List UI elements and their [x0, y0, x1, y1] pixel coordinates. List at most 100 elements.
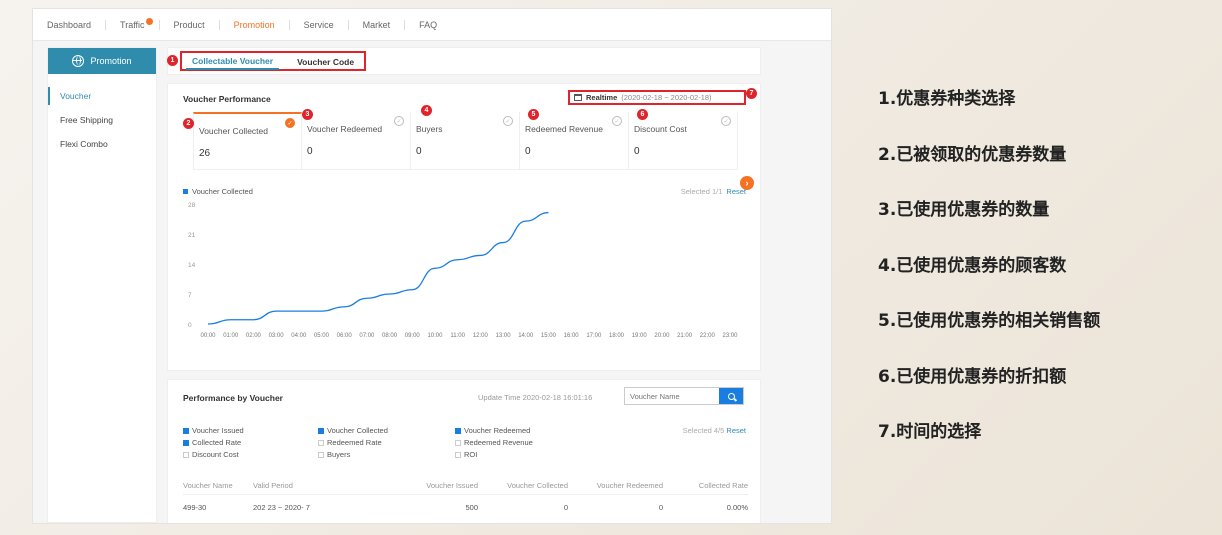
option-checkbox[interactable]: Voucher Collected [318, 426, 455, 435]
check-icon[interactable]: ✓ [612, 116, 622, 126]
y-tick-label: 14 [188, 262, 196, 269]
search-icon [727, 392, 735, 400]
sidebar-header[interactable]: Promotion [48, 48, 156, 74]
column-header[interactable]: Voucher Redeemed [568, 481, 663, 490]
metric-buyers[interactable]: 4 ✓ Buyers 0 [411, 105, 520, 170]
option-checkbox[interactable]: Discount Cost [183, 450, 318, 459]
performance-title: Voucher Performance [183, 94, 271, 104]
checkbox-icon[interactable] [318, 451, 324, 458]
nav-promotion[interactable]: Promotion [220, 20, 289, 30]
y-tick-label: 28 [188, 202, 196, 209]
options-reset-link[interactable]: Reset [726, 426, 746, 435]
metric-value: 26 [199, 148, 211, 159]
column-header[interactable]: Valid Period [253, 481, 388, 490]
realtime-label: Realtime [586, 93, 618, 102]
x-tick-label: 09:00 [405, 333, 421, 339]
column-header[interactable]: Voucher Issued [388, 481, 478, 490]
x-tick-label: 18:00 [609, 333, 625, 339]
calendar-icon [574, 94, 582, 101]
voucher-type-tabs: Collectable Voucher Voucher Code [180, 51, 367, 71]
x-tick-label: 08:00 [382, 333, 398, 339]
voucher-search-input[interactable] [625, 388, 719, 404]
annotation-badge-3: 3 [302, 109, 313, 120]
metric-value: 0 [525, 146, 531, 157]
metric-label: Buyers [416, 124, 443, 134]
voucher-tabs-card: 1 Collectable Voucher Voucher Code [167, 47, 761, 75]
option-checkbox[interactable]: Redeemed Rate [318, 438, 455, 447]
table-cell: 202 23 ~ 2020- 7 [253, 502, 310, 512]
checkbox-icon[interactable] [183, 451, 189, 458]
by-voucher-title: Performance by Voucher [183, 393, 283, 403]
x-tick-label: 06:00 [337, 333, 353, 339]
metric-label: Redeemed Revenue [525, 124, 603, 134]
x-tick-label: 11:00 [450, 333, 465, 339]
checkbox-icon[interactable] [455, 451, 461, 458]
check-icon[interactable]: ✓ [503, 116, 513, 126]
checkbox-icon[interactable] [455, 439, 461, 446]
checkbox-icon[interactable] [183, 427, 189, 434]
date-range-selector[interactable]: Realtime (2020-02-18 ~ 2020-02-18) [568, 90, 746, 105]
option-label: Buyers [327, 450, 351, 459]
search-button[interactable] [719, 388, 743, 404]
chart-legend: Voucher Collected [183, 187, 253, 196]
option-label: Redeemed Revenue [464, 438, 533, 447]
table-cell: 500 [465, 502, 478, 512]
top-navigation: Dashboard Traffic Product Promotion Serv… [33, 9, 831, 41]
check-icon[interactable]: ✓ [394, 116, 404, 126]
nav-market[interactable]: Market [349, 20, 405, 30]
voucher-performance-card: Voucher Performance Realtime (2020-02-18… [167, 83, 761, 371]
metric-redeemed-revenue[interactable]: 5 ✓ Redeemed Revenue 0 [520, 109, 629, 170]
metric-voucher-redeemed[interactable]: 3 ✓ Voucher Redeemed 0 [302, 109, 411, 170]
option-checkbox[interactable]: Collected Rate [183, 438, 318, 447]
metric-voucher-collected[interactable]: 2 ✓ Voucher Collected 26 [183, 112, 302, 170]
option-label: Voucher Issued [192, 426, 244, 435]
sidebar-header-label: Promotion [90, 56, 132, 66]
y-tick-label: 7 [188, 292, 192, 299]
option-checkbox[interactable]: Voucher Issued [183, 426, 318, 435]
annotation-note-1: 1.优惠券种类选择 [878, 89, 1016, 109]
checkbox-icon[interactable] [318, 427, 324, 434]
sidebar-item-flexi-combo[interactable]: Flexi Combo [48, 132, 156, 156]
nav-product[interactable]: Product [160, 20, 219, 30]
column-header[interactable]: Collected Rate [663, 481, 748, 490]
column-header[interactable]: Voucher Collected [478, 481, 568, 490]
x-tick-label: 03:00 [269, 333, 285, 339]
checkbox-icon[interactable] [183, 439, 189, 446]
option-checkbox[interactable]: Voucher Redeemed [455, 426, 605, 435]
x-tick-label: 13:00 [496, 333, 512, 339]
nav-faq[interactable]: FAQ [405, 20, 451, 30]
column-header[interactable]: Voucher Name [183, 481, 253, 490]
sidebar-item-voucher[interactable]: Voucher [48, 84, 156, 108]
nav-dashboard[interactable]: Dashboard [47, 20, 105, 30]
option-label: Redeemed Rate [327, 438, 382, 447]
x-tick-label: 02:00 [246, 333, 262, 339]
check-icon[interactable]: ✓ [285, 118, 295, 128]
table-cell: 0.00% [726, 502, 748, 512]
voucher-collected-line-chart: 0 7 14 21 28 00:00 01:00 02:00 03:00 04:00 05:00 06… [188, 202, 738, 339]
annotation-note-5: 5.已使用优惠券的相关销售额 [878, 311, 1101, 331]
tab-voucher-code[interactable]: Voucher Code [291, 54, 360, 69]
annotation-badge-5: 5 [528, 109, 539, 120]
metric-discount-cost[interactable]: 6 ✓ Discount Cost 0 [629, 109, 738, 170]
x-tick-label: 22:00 [700, 333, 716, 339]
option-checkbox[interactable]: Redeemed Revenue [455, 438, 605, 447]
tab-collectable-voucher[interactable]: Collectable Voucher [186, 53, 280, 70]
x-tick-label: 10:00 [427, 333, 443, 339]
annotation-note-6: 6.已使用优惠券的折扣额 [878, 366, 1067, 387]
table-row[interactable]: 499-30 202 23 ~ 2020- 7 500 0 0 0.00% [183, 495, 748, 519]
chart-reset-link[interactable]: Reset [726, 187, 746, 196]
options-selected-count: Selected 4/5 [682, 426, 725, 435]
checkbox-icon[interactable] [318, 439, 324, 446]
annotation-note-4: 4.已使用优惠券的顾客数 [878, 255, 1067, 276]
option-checkbox[interactable]: ROI [455, 450, 605, 459]
checkbox-icon[interactable] [455, 427, 461, 434]
metric-cards: 2 ✓ Voucher Collected 26 3 ✓ Voucher Red… [183, 105, 738, 170]
annotation-badge-6: 6 [637, 109, 648, 120]
sidebar-item-free-shipping[interactable]: Free Shipping [48, 108, 156, 132]
annotation-note-3: 3.已使用优惠券的数量 [878, 200, 1050, 220]
table-cell: 499-30 [183, 502, 207, 512]
check-icon[interactable]: ✓ [721, 116, 731, 126]
nav-service[interactable]: Service [290, 20, 348, 30]
option-checkbox[interactable]: Buyers [318, 450, 455, 459]
nav-traffic[interactable]: Traffic [106, 17, 159, 30]
